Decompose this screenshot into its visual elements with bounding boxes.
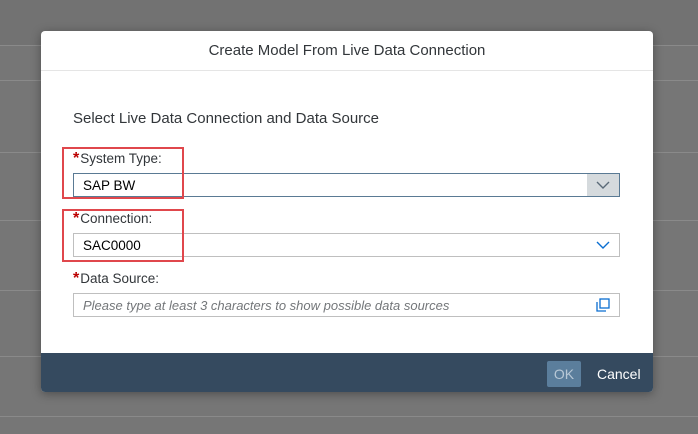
data-source-label: * Data Source: <box>73 270 159 288</box>
highlight-box-connection <box>62 209 184 262</box>
chevron-down-icon <box>596 241 610 249</box>
data-source-value-help-button[interactable] <box>587 294 619 316</box>
data-source-input[interactable]: Please type at least 3 characters to sho… <box>73 293 620 317</box>
create-model-dialog: Create Model From Live Data Connection S… <box>41 31 653 392</box>
required-marker: * <box>73 270 80 287</box>
connection-dropdown-button[interactable] <box>587 234 619 256</box>
dialog-header: Create Model From Live Data Connection <box>41 31 653 71</box>
data-source-placeholder: Please type at least 3 characters to sho… <box>83 297 450 313</box>
data-source-label-text: Data Source: <box>80 271 160 286</box>
ok-button[interactable]: OK <box>547 361 581 387</box>
background-row-divider <box>0 416 698 417</box>
dialog-footer: OK Cancel <box>41 353 653 392</box>
dialog-title: Create Model From Live Data Connection <box>208 42 486 59</box>
cancel-button[interactable]: Cancel <box>593 361 645 387</box>
highlight-box-system-type <box>62 147 184 199</box>
system-type-dropdown-button[interactable] <box>587 174 619 196</box>
value-help-icon <box>596 298 610 312</box>
chevron-down-icon <box>596 181 610 189</box>
section-title: Select Live Data Connection and Data Sou… <box>73 110 380 127</box>
